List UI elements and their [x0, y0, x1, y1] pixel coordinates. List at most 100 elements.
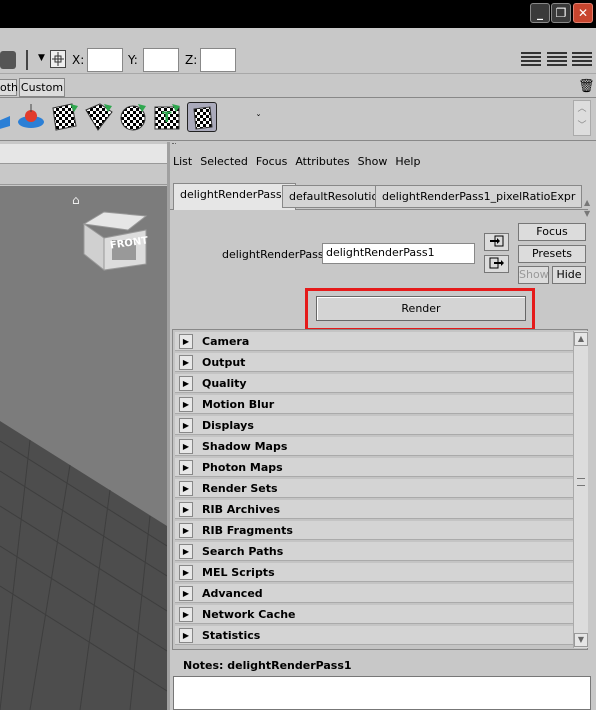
viewport-menu-bar: [0, 144, 167, 164]
section-advanced[interactable]: ▶ Advanced: [175, 584, 575, 603]
attribute-editor-menu-bar: List Selected Focus Attributes Show Help: [170, 155, 424, 171]
section-network-cache[interactable]: ▶ Network Cache: [175, 605, 575, 624]
section-render-sets[interactable]: ▶ Render Sets: [175, 479, 575, 498]
render-settings-icon[interactable]: [187, 102, 217, 132]
scroll-grip[interactable]: [577, 478, 585, 486]
section-label: Network Cache: [202, 608, 296, 621]
section-label: RIB Fragments: [202, 524, 293, 537]
shelf-dropdown-icon[interactable]: ˇ: [256, 114, 261, 125]
tab-scroll-arrows[interactable]: ▲ ▼: [584, 197, 590, 219]
svg-text:T: T: [162, 110, 172, 126]
section-photon-maps[interactable]: ▶ Photon Maps: [175, 458, 575, 477]
expand-arrow-icon[interactable]: ▶: [179, 439, 193, 454]
tab-delight-render-pass[interactable]: delightRenderPass1: [173, 183, 296, 210]
restore-button[interactable]: ❐: [551, 3, 571, 23]
presets-button[interactable]: Presets: [518, 245, 586, 263]
checker-icon-4[interactable]: T: [152, 102, 182, 132]
checker-icon-3[interactable]: [118, 102, 148, 132]
focus-button[interactable]: Focus: [518, 223, 586, 241]
home-icon[interactable]: ⌂: [72, 193, 84, 207]
section-label: Advanced: [202, 587, 263, 600]
plane-icon[interactable]: [0, 102, 12, 132]
notes-label: Notes: delightRenderPass1: [183, 659, 352, 672]
section-statistics[interactable]: ▶ Statistics: [175, 626, 575, 645]
section-mel-scripts[interactable]: ▶ MEL Scripts: [175, 563, 575, 582]
attribute-editor-toggle-icon[interactable]: [521, 50, 541, 68]
expand-arrow-icon[interactable]: ▶: [179, 481, 193, 496]
section-shadow-maps[interactable]: ▶ Shadow Maps: [175, 437, 575, 456]
notes-textarea[interactable]: [173, 676, 591, 710]
expand-arrow-icon[interactable]: ▶: [179, 586, 193, 601]
section-label: MEL Scripts: [202, 566, 275, 579]
section-camera[interactable]: ▶ Camera: [175, 332, 575, 351]
close-button[interactable]: ✕: [573, 3, 593, 23]
tool-settings-toggle-icon[interactable]: [572, 50, 592, 68]
section-label: Displays: [202, 419, 254, 432]
tab-pixel-ratio-expr[interactable]: delightRenderPass1_pixelRatioExpr: [375, 185, 583, 208]
section-rib-fragments[interactable]: ▶ RIB Fragments: [175, 521, 575, 540]
expand-arrow-icon[interactable]: ▶: [179, 334, 193, 349]
section-label: RIB Archives: [202, 503, 281, 516]
section-motion-blur[interactable]: ▶ Motion Blur: [175, 395, 575, 414]
channel-box-toggle-icon[interactable]: [547, 50, 567, 68]
expand-arrow-icon[interactable]: ▶: [179, 376, 193, 391]
section-search-paths[interactable]: ▶ Search Paths: [175, 542, 575, 561]
expand-arrow-icon[interactable]: ▶: [179, 355, 193, 370]
trash-icon[interactable]: 🗑: [578, 79, 595, 94]
expand-arrow-icon[interactable]: ▶: [179, 418, 193, 433]
menu-show[interactable]: Show: [358, 155, 388, 168]
shelf-scrollbar[interactable]: ︿ ﹀: [573, 100, 591, 136]
minimize-button[interactable]: _: [530, 3, 550, 23]
shelf-tab-custom[interactable]: Custom: [19, 78, 65, 97]
expand-arrow-icon[interactable]: ▶: [179, 565, 193, 580]
expand-arrow-icon[interactable]: ▶: [179, 502, 193, 517]
section-label: Photon Maps: [202, 461, 283, 474]
expand-arrow-icon[interactable]: ▶: [179, 607, 193, 622]
section-displays[interactable]: ▶ Displays: [175, 416, 575, 435]
snap-icon[interactable]: [0, 51, 16, 69]
expand-arrow-icon[interactable]: ▶: [179, 628, 193, 643]
section-output[interactable]: ▶ Output: [175, 353, 575, 372]
section-label: Render Sets: [202, 482, 278, 495]
menu-focus[interactable]: Focus: [256, 155, 287, 168]
scroll-up-icon[interactable]: ▲: [574, 332, 588, 346]
show-button[interactable]: Show: [518, 266, 549, 284]
z-input[interactable]: [200, 48, 236, 72]
section-rib-archives[interactable]: ▶ RIB Archives: [175, 500, 575, 519]
output-connection-icon[interactable]: [484, 255, 509, 273]
hide-button[interactable]: Hide: [552, 266, 586, 284]
checker-icon[interactable]: [50, 102, 80, 132]
section-scrollbar[interactable]: ▲ ▼: [573, 331, 588, 648]
z-label: Z:: [185, 53, 198, 67]
selection-mode-icon[interactable]: [50, 50, 66, 68]
menu-list[interactable]: List: [173, 155, 192, 168]
scroll-down-icon[interactable]: ▼: [574, 633, 588, 647]
y-input[interactable]: [143, 48, 179, 72]
shelf-tab-both[interactable]: oth: [0, 79, 18, 96]
sphere-icon[interactable]: [16, 102, 46, 132]
title-bar: [0, 0, 596, 28]
menu-attributes[interactable]: Attributes: [295, 155, 349, 168]
expand-arrow-icon[interactable]: ▶: [179, 544, 193, 559]
x-input[interactable]: [87, 48, 123, 72]
panel-handle[interactable]: [172, 143, 176, 147]
section-label: Search Paths: [202, 545, 284, 558]
render-pass-field[interactable]: delightRenderPass1: [322, 243, 475, 264]
input-connection-icon[interactable]: [484, 233, 509, 251]
render-button[interactable]: Render: [316, 296, 526, 321]
expand-arrow-icon[interactable]: ▶: [179, 460, 193, 475]
section-quality[interactable]: ▶ Quality: [175, 374, 575, 393]
menu-selected[interactable]: Selected: [200, 155, 248, 168]
checker-icon-2[interactable]: [84, 102, 114, 132]
section-label: Shadow Maps: [202, 440, 288, 453]
lock-icon[interactable]: [26, 50, 32, 70]
expand-arrow-icon[interactable]: ▶: [179, 523, 193, 538]
expand-arrow-icon[interactable]: ▶: [179, 397, 193, 412]
x-label: X:: [72, 53, 85, 67]
menu-help[interactable]: Help: [395, 155, 420, 168]
section-label: Output: [202, 356, 246, 369]
chevron-down-icon[interactable]: ▼: [38, 53, 45, 63]
y-label: Y:: [128, 53, 138, 67]
section-label: Motion Blur: [202, 398, 275, 411]
section-list: ▶ Camera ▶ Output ▶ Quality ▶ Motion Blur ▶ Displ…: [172, 329, 588, 650]
